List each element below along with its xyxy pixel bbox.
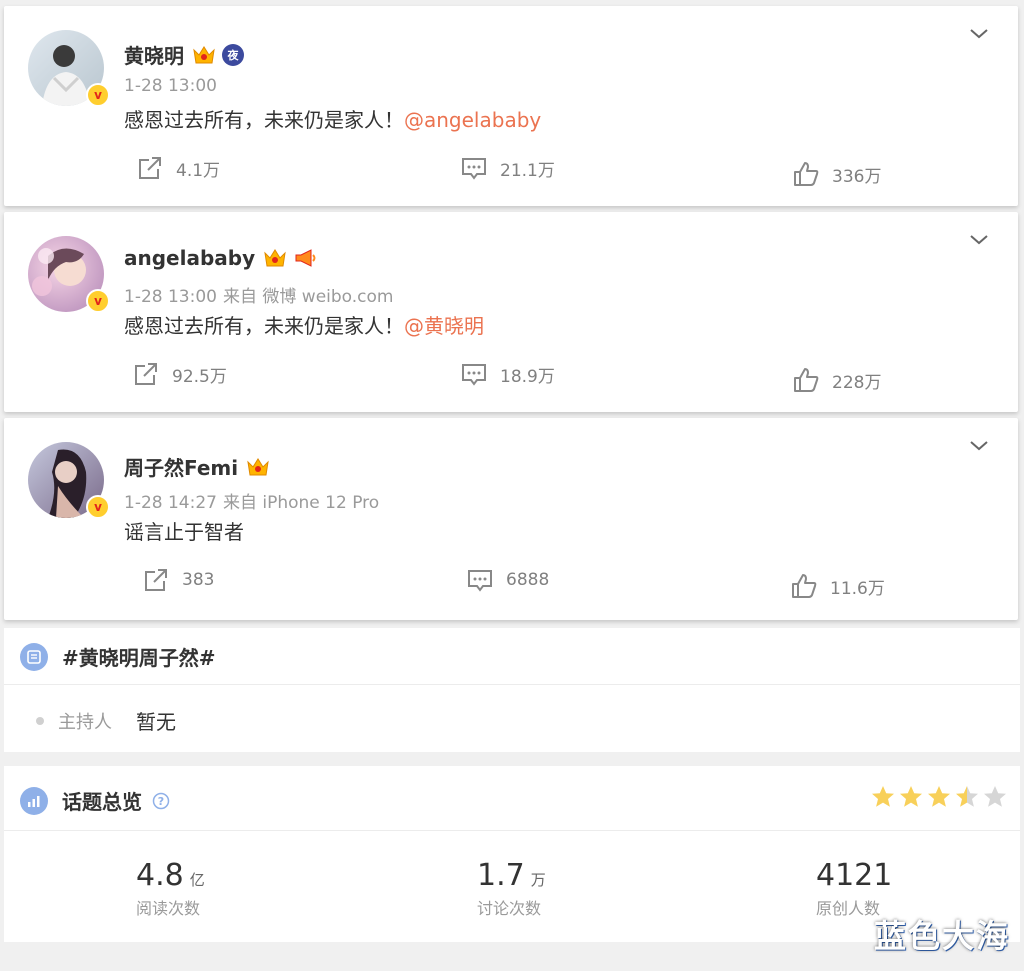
chevron-down-icon[interactable] [968,22,990,44]
topic-list-icon [20,642,48,671]
post-source: 来自 iPhone 12 Pro [222,493,380,513]
chart-icon [20,786,48,815]
repost-icon [145,569,167,591]
post-meta: 1-28 14:27 来自 iPhone 12 Pro [124,488,379,513]
comment-button[interactable]: 21.1万 [460,154,555,182]
star-icon [956,786,978,807]
watermark: 蓝色大海 [873,917,1010,955]
post-meta: 1-28 13:00 来自 微博 weibo.com [124,282,393,307]
like-button[interactable]: 228万 [792,366,881,394]
repost-button[interactable]: 4.1万 [136,154,220,182]
verified-badge-icon: v [86,495,110,519]
post-time[interactable]: 1-28 14:27 [124,493,217,513]
host-value: 暂无 [136,710,176,734]
night-badge-icon: 夜 [222,43,244,66]
comment-icon [462,158,486,180]
star-icon [872,786,894,807]
host-row: 主持人 暂无 [36,706,176,735]
star-icon [928,786,950,807]
post-time[interactable]: 1-28 13:00 [124,76,217,96]
bullet-icon [36,716,44,725]
svg-text:?: ? [158,795,164,808]
topic-title[interactable]: #黄晓明周子然# [62,642,216,671]
megaphone-icon [295,249,316,267]
crown-icon [247,457,269,475]
user-name[interactable]: 周子然Femi [124,452,238,481]
crown-icon [264,249,286,267]
repost-button[interactable]: 92.5万 [132,360,227,388]
comment-icon [468,570,492,592]
weibo-post-2: v angelababy 1-28 13:00 来自 微博 weibo.com 感… [4,212,1018,412]
stat-reads: 4.8 亿 阅读次数 [136,858,205,918]
repost-icon [135,363,157,385]
post-text: 感恩过去所有，未来仍是家人！@angelababy [124,108,542,132]
comment-icon [462,364,486,386]
weibo-post-1: v 黄晓明 夜 1-28 13:00 感恩过去所有，未来仍是家人！@angela… [4,6,1018,206]
crown-icon [193,45,215,63]
stat-discussions: 1.7 万 讨论次数 [477,858,546,918]
stat-originals: 4121 原创人数 [816,858,893,918]
like-icon [792,574,817,598]
comment-button[interactable]: 6888 [466,566,549,594]
like-button[interactable]: 11.6万 [790,572,885,600]
star-icon [984,786,1006,807]
chevron-down-icon[interactable] [968,434,990,456]
mention-link[interactable]: @angelababy [404,108,541,132]
host-label: 主持人 [58,711,112,733]
star-icon [900,786,922,807]
like-button[interactable]: 336万 [792,160,881,188]
overview-title: 话题总览 [62,790,142,814]
topic-section: #黄晓明周子然# 主持人 暂无 [4,628,1020,752]
chevron-down-icon[interactable] [968,228,990,250]
post-text: 谣言止于智者 [124,520,244,544]
user-name[interactable]: 黄晓明 [124,40,184,69]
post-text: 感恩过去所有，未来仍是家人！@黄晓明 [124,314,484,338]
comment-button[interactable]: 18.9万 [460,360,555,388]
weibo-post-3: v 周子然Femi 1-28 14:27 来自 iPhone 12 Pro 谣言止… [4,418,1018,620]
post-time[interactable]: 1-28 13:00 [124,287,217,307]
help-icon[interactable]: ? [152,792,170,810]
like-icon [794,368,819,392]
rating-stars [870,784,1008,810]
repost-icon [139,157,161,179]
like-icon [794,162,819,186]
user-name[interactable]: angelababy [124,246,255,270]
repost-button[interactable]: 383 [142,566,214,594]
overview-section: 话题总览 ? 4.8 亿 阅读次数 1.7 万 讨论次数 4121 原创人数 [4,766,1020,942]
verified-badge-icon: v [86,289,110,313]
post-source: 来自 微博 weibo.com [222,287,394,307]
post-meta: 1-28 13:00 [124,76,217,96]
mention-link[interactable]: @黄晓明 [404,314,484,338]
verified-badge-icon: v [86,83,110,107]
